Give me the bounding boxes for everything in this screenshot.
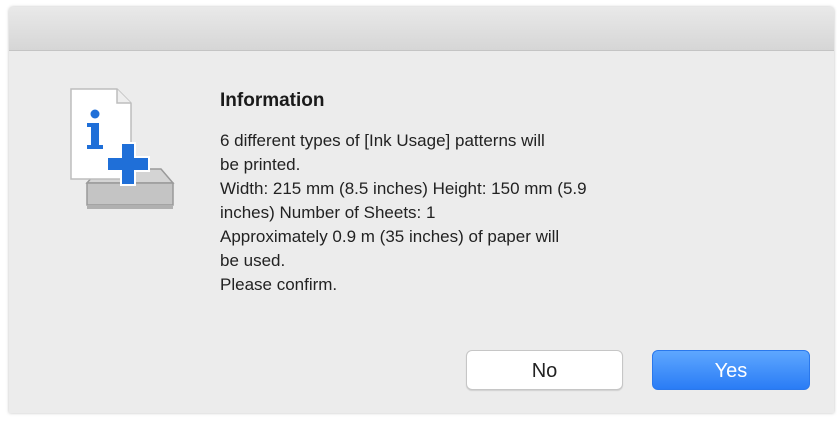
message-line: Width: 215 mm (8.5 inches) Height: 150 m… xyxy=(220,179,587,198)
yes-button[interactable]: Yes xyxy=(652,350,810,390)
information-dialog: Information 6 different types of [Ink Us… xyxy=(9,7,834,413)
message-line: Please confirm. xyxy=(220,275,338,294)
info-document-printer-icon xyxy=(67,87,179,217)
dialog-heading: Information xyxy=(220,90,325,111)
message-line: inches) Number of Sheets: 1 xyxy=(220,203,436,222)
dialog-content: Information 6 different types of [Ink Us… xyxy=(220,89,780,297)
message-line: be printed. xyxy=(220,155,301,174)
message-line: Approximately 0.9 m (35 inches) of paper… xyxy=(220,227,560,246)
message-line: be used. xyxy=(220,251,286,270)
dialog-titlebar xyxy=(9,7,834,51)
no-button[interactable]: No xyxy=(466,350,623,390)
message-line: 6 different types of [Ink Usage] pattern… xyxy=(220,131,545,150)
